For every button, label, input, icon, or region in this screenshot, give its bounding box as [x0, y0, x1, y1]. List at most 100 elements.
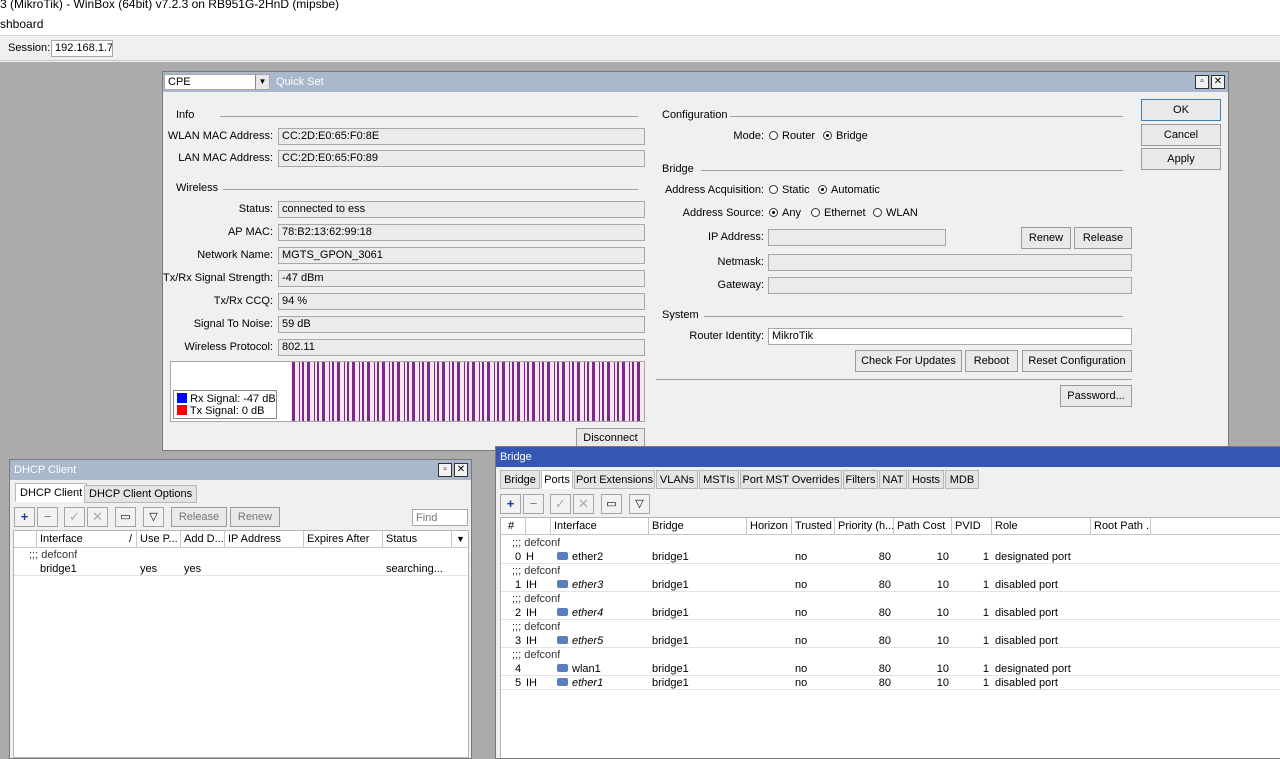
- reboot-button[interactable]: Reboot: [965, 350, 1018, 372]
- ok-button[interactable]: OK: [1141, 99, 1221, 121]
- col-pvid[interactable]: PVID: [952, 518, 992, 535]
- mode-bridge-radio[interactable]: Bridge: [823, 128, 868, 145]
- dhcp-release-button[interactable]: Release: [171, 507, 227, 527]
- table-row[interactable]: 3 ether5 bridge1 no 80 10 1 disabled port IH: [501, 634, 1280, 648]
- renew-button[interactable]: Renew: [1021, 227, 1071, 249]
- col-path-cost[interactable]: Path Cost: [894, 518, 952, 535]
- wlan-mac-field: CC:2D:E0:65:F0:8E: [278, 128, 645, 145]
- col-number[interactable]: #: [501, 518, 526, 535]
- tab-vlans[interactable]: VLANs: [656, 470, 698, 489]
- cell-flags: H: [526, 551, 534, 563]
- src-any-radio[interactable]: Any: [769, 205, 801, 222]
- tab-port-extensions[interactable]: Port Extensions: [574, 470, 655, 489]
- find-input[interactable]: [412, 509, 468, 526]
- dhcp-renew-button[interactable]: Renew: [230, 507, 280, 527]
- radio-selected-icon[interactable]: [769, 208, 778, 217]
- tab-dhcp-client[interactable]: DHCP Client: [15, 483, 88, 502]
- apply-button[interactable]: Apply: [1141, 148, 1221, 170]
- radio-icon[interactable]: [811, 208, 820, 217]
- col-use-peer[interactable]: Use P...: [137, 531, 181, 548]
- col-role[interactable]: Role: [992, 518, 1091, 535]
- col-bridge[interactable]: Bridge: [649, 518, 747, 535]
- tab-hosts[interactable]: Hosts: [908, 470, 944, 489]
- cell-priority: 80: [878, 663, 891, 675]
- acq-automatic-radio[interactable]: Automatic: [818, 182, 880, 199]
- radio-selected-icon[interactable]: [823, 131, 832, 140]
- check-updates-button[interactable]: Check For Updates: [855, 350, 962, 372]
- enable-icon[interactable]: ✓: [550, 494, 571, 514]
- table-row[interactable]: 1 ether3 bridge1 no 80 10 1 disabled port IH: [501, 578, 1280, 592]
- tab-port-mst-overrides[interactable]: Port MST Overrides: [740, 470, 842, 489]
- reset-configuration-button[interactable]: Reset Configuration: [1022, 350, 1132, 372]
- cancel-button[interactable]: Cancel: [1141, 124, 1221, 146]
- maximize-icon[interactable]: ▫: [1195, 75, 1209, 89]
- close-icon[interactable]: ✕: [454, 463, 468, 477]
- lan-mac-label: LAN MAC Address:: [178, 152, 273, 164]
- tab-nat[interactable]: NAT: [879, 470, 907, 489]
- netmask-field[interactable]: [768, 254, 1132, 271]
- radio-selected-icon[interactable]: [818, 185, 827, 194]
- table-row[interactable]: 2 ether4 bridge1 no 80 10 1 disabled port IH: [501, 606, 1280, 620]
- tab-bridge[interactable]: Bridge: [500, 470, 540, 489]
- tab-mstis[interactable]: MSTIs: [699, 470, 739, 489]
- comment-icon[interactable]: ▭: [115, 507, 136, 527]
- col-priority-h-[interactable]: Priority (h...: [835, 518, 894, 535]
- filter-icon[interactable]: ▽: [629, 494, 650, 514]
- table-row[interactable]: 5 ether1 bridge1 no 80 10 1 disabled port IH: [501, 676, 1280, 690]
- release-button[interactable]: Release: [1074, 227, 1132, 249]
- col-interface[interactable]: Interface /: [37, 531, 137, 548]
- session-input[interactable]: 192.168.1.73: [51, 40, 113, 57]
- radio-icon[interactable]: [769, 185, 778, 194]
- signal-bar: [487, 362, 490, 421]
- signal-bar: [337, 362, 340, 421]
- signal-bar: [329, 362, 330, 421]
- tab-mdb[interactable]: MDB: [945, 470, 979, 489]
- table-row[interactable]: 0 ether2 bridge1 no 80 10 1 designated port H: [501, 550, 1280, 564]
- tab-dhcp-client-options[interactable]: DHCP Client Options: [84, 485, 198, 503]
- col-flags[interactable]: [526, 518, 551, 535]
- col-interface[interactable]: Interface: [551, 518, 649, 535]
- column-menu-icon[interactable]: ▼: [452, 531, 468, 548]
- src-wlan-radio[interactable]: WLAN: [873, 205, 918, 222]
- mode-router-radio[interactable]: Router: [769, 128, 815, 145]
- radio-icon[interactable]: [873, 208, 882, 217]
- table-row[interactable]: bridge1 yes yes searching...: [14, 562, 468, 576]
- maximize-icon[interactable]: ▫: [438, 463, 452, 477]
- dhcp-titlebar: DHCP Client ▫ ✕: [10, 460, 471, 480]
- bridge-heading: Bridge: [662, 163, 694, 175]
- router-identity-input[interactable]: MikroTik: [768, 328, 1132, 345]
- ip-address-field[interactable]: [768, 229, 946, 246]
- col-trusted[interactable]: Trusted: [792, 518, 835, 535]
- col-status[interactable]: Status: [383, 531, 452, 548]
- col-horizon[interactable]: Horizon: [747, 518, 792, 535]
- add-icon[interactable]: +: [500, 494, 521, 514]
- gateway-field[interactable]: [768, 277, 1132, 294]
- comment-icon[interactable]: ▭: [601, 494, 622, 514]
- tab-filters[interactable]: Filters: [843, 470, 878, 489]
- col-root-path-[interactable]: Root Path ...: [1091, 518, 1151, 535]
- radio-icon[interactable]: [769, 131, 778, 140]
- disable-icon[interactable]: ✕: [573, 494, 594, 514]
- tab-ports[interactable]: Ports: [541, 470, 573, 489]
- col-expires[interactable]: Expires After: [304, 531, 383, 548]
- password-button[interactable]: Password...: [1060, 385, 1132, 407]
- signal-bar: [629, 362, 630, 421]
- add-icon[interactable]: +: [14, 507, 35, 527]
- cell-horizon: [747, 606, 792, 620]
- filter-icon[interactable]: ▽: [143, 507, 164, 527]
- col-add-default[interactable]: Add D...: [181, 531, 225, 548]
- close-icon[interactable]: ✕: [1211, 75, 1225, 89]
- chevron-down-icon[interactable]: ▼: [255, 75, 269, 89]
- address-acquisition-label: Address Acquisition:: [664, 184, 764, 196]
- mode-select[interactable]: CPE ▼: [164, 74, 270, 90]
- enable-icon[interactable]: ✓: [64, 507, 85, 527]
- src-ethernet-radio[interactable]: Ethernet: [811, 205, 866, 222]
- table-row[interactable]: 4 wlan1 bridge1 no 80 10 1 designated port: [501, 662, 1280, 676]
- remove-icon[interactable]: −: [37, 507, 58, 527]
- acq-static-radio[interactable]: Static: [769, 182, 810, 199]
- configuration-divider: [730, 116, 1123, 117]
- disable-icon[interactable]: ✕: [87, 507, 108, 527]
- col-ip-address[interactable]: IP Address: [225, 531, 304, 548]
- remove-icon[interactable]: −: [523, 494, 544, 514]
- port-icon: [557, 678, 568, 686]
